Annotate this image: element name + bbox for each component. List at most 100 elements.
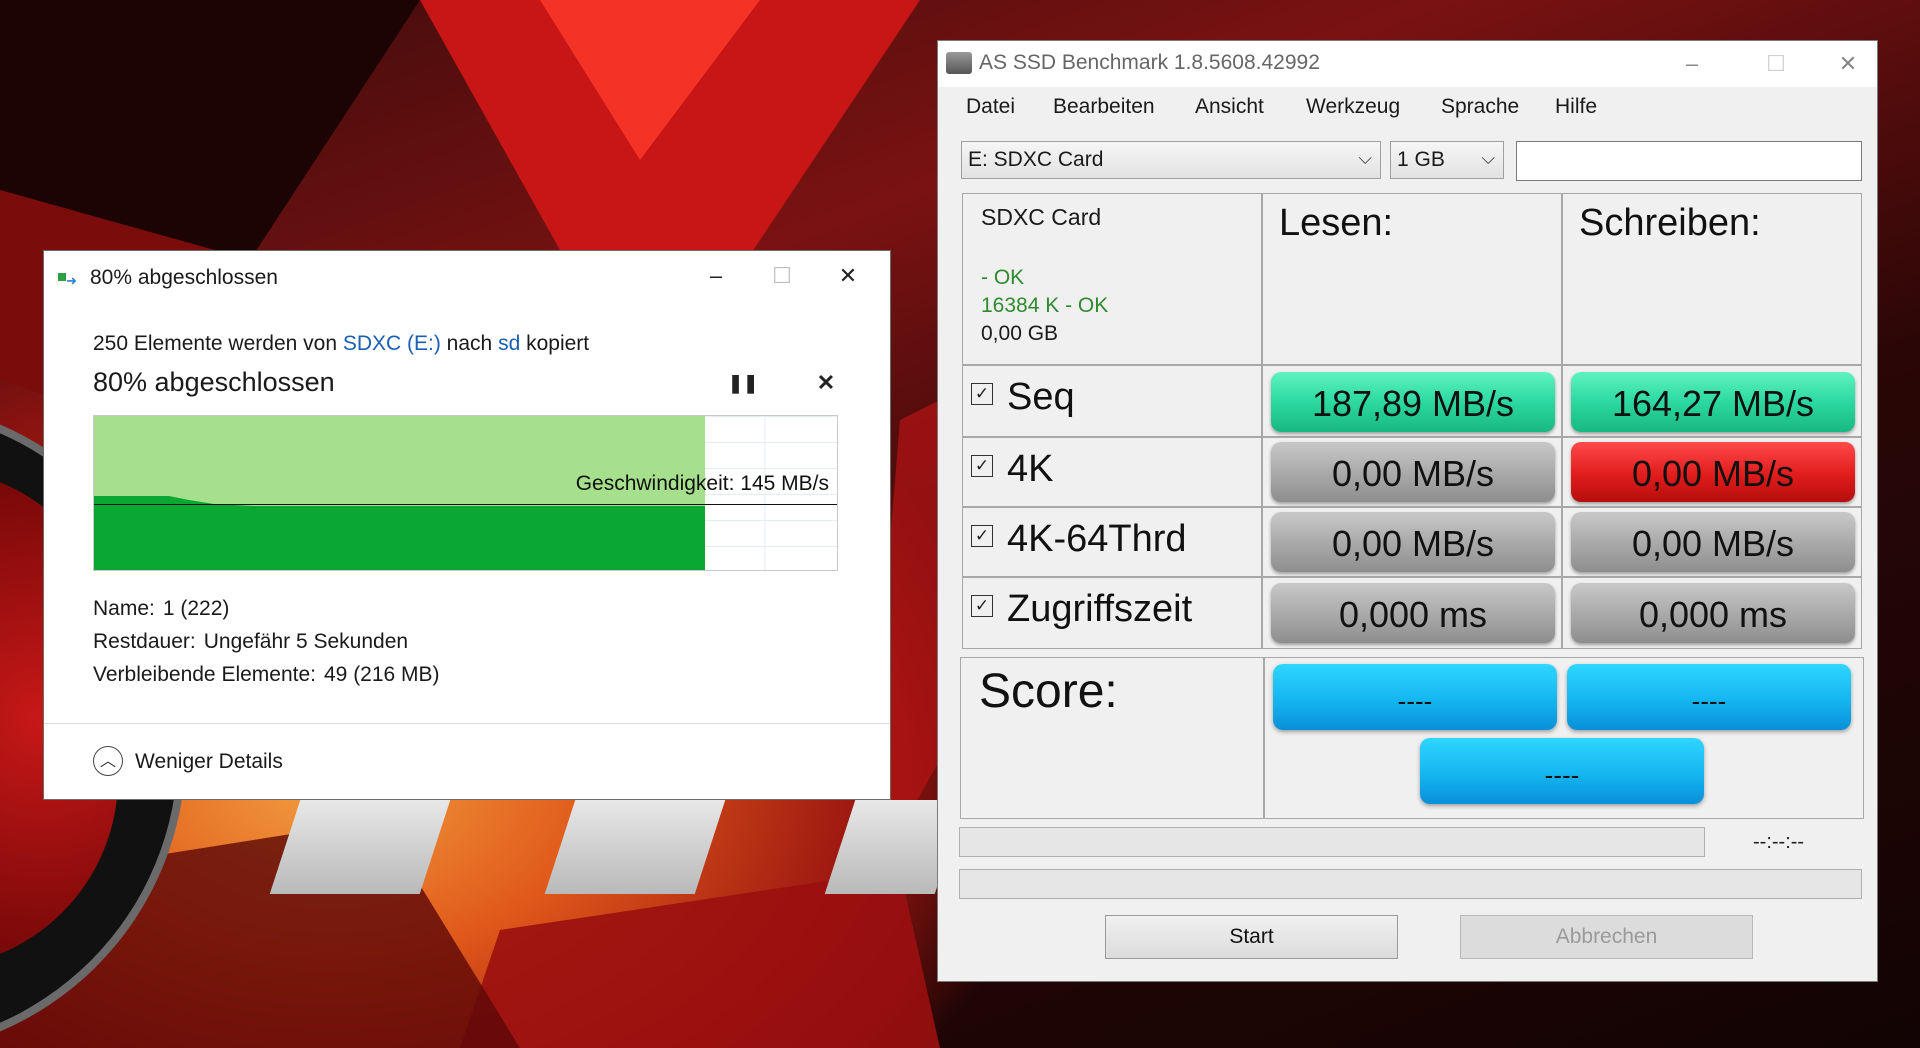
access-time-write-cell: 0,000 ms — [1562, 577, 1862, 649]
minimize-button[interactable]: – — [1662, 41, 1722, 87]
total-progress-bar — [959, 869, 1862, 899]
destination-link[interactable]: sd — [498, 332, 520, 355]
divider — [44, 723, 890, 724]
menu-datei[interactable]: Datei — [966, 95, 1015, 119]
drive-info-cell: SDXC Card - OK 16384 K - OK 0,00 GB — [962, 193, 1262, 365]
close-button[interactable]: ✕ — [1818, 41, 1878, 87]
less-details-label: Weniger Details — [135, 750, 283, 773]
drive-name: SDXC Card — [981, 204, 1102, 230]
size-select-value: 1 GB — [1397, 148, 1445, 171]
pause-button[interactable]: ❚❚ — [728, 369, 758, 397]
4k-64thrd-read-value: 0,00 MB/s — [1271, 512, 1555, 572]
menu-bar: Datei Bearbeiten Ansicht Werkzeug Sprach… — [938, 87, 1877, 127]
copy-progress-dialog: ➜ 80% abgeschlossen – ☐ ✕ 250 Elemente w… — [43, 250, 891, 800]
access-time-checkbox[interactable]: ✓ Zugriffszeit — [971, 588, 1192, 631]
score-write: ---- — [1567, 664, 1851, 730]
close-button[interactable]: ✕ — [818, 251, 878, 301]
results-grid: SDXC Card - OK 16384 K - OK 0,00 GB Lese… — [960, 193, 1864, 819]
copy-icon: ➜ — [58, 273, 78, 287]
menu-werkzeug[interactable]: Werkzeug — [1306, 95, 1400, 119]
seq-write-cell: 164,27 MB/s — [1562, 365, 1862, 437]
4k-64thrd-read-cell: 0,00 MB/s — [1262, 507, 1562, 577]
4k-read-value: 0,00 MB/s — [1271, 442, 1555, 502]
access-time-label: Zugriffszeit — [1007, 588, 1193, 630]
drive-info-textbox[interactable] — [1516, 141, 1862, 181]
window-title: AS SSD Benchmark 1.8.5608.42992 — [979, 51, 1320, 74]
wallpaper-bar — [269, 800, 451, 894]
row-access-time: ✓ Zugriffszeit — [962, 577, 1262, 649]
speed-area — [94, 496, 705, 570]
menu-hilfe[interactable]: Hilfe — [1555, 95, 1597, 119]
menu-ansicht[interactable]: Ansicht — [1195, 95, 1264, 119]
ssd-titlebar[interactable]: AS SSD Benchmark 1.8.5608.42992 – ☐ ✕ — [938, 41, 1877, 87]
4k-label: 4K — [1007, 448, 1054, 490]
4k-64thrd-label: 4K-64Thrd — [1007, 518, 1187, 560]
score-values-cell: ---- ---- ---- — [1264, 657, 1864, 819]
maximize-button[interactable]: ☐ — [752, 251, 812, 301]
seq-write-value: 164,27 MB/s — [1571, 372, 1855, 432]
access-time-write-value: 0,000 ms — [1571, 583, 1855, 643]
wallpaper-bar — [544, 800, 726, 894]
elapsed-time: --:--:-- — [1753, 831, 1805, 853]
minimize-button[interactable]: – — [686, 251, 746, 301]
row-4k: ✓ 4K — [962, 437, 1262, 507]
cancel-button[interactable]: Abbrechen — [1460, 915, 1753, 959]
test-progress-bar — [959, 827, 1705, 857]
drive-select[interactable]: E: SDXC Card ⌵ — [961, 141, 1381, 179]
remaining-time-row: Restdauer: Ungefähr 5 Sekunden — [93, 630, 408, 654]
copy-description-suffix: kopiert — [520, 332, 590, 355]
speed-label: Geschwindigkeit: 145 MB/s — [575, 472, 829, 495]
checkbox-checked-icon: ✓ — [971, 382, 993, 405]
cancel-copy-button[interactable]: ✕ — [813, 369, 839, 397]
write-header: Schreiben: — [1579, 202, 1761, 244]
menu-bearbeiten[interactable]: Bearbeiten — [1053, 95, 1155, 119]
copy-dialog-titlebar[interactable]: ➜ 80% abgeschlossen – ☐ ✕ — [44, 251, 890, 301]
checkbox-checked-icon: ✓ — [971, 454, 993, 477]
copy-description: 250 Elemente werden von SDXC (E:) nach s… — [93, 332, 589, 356]
remaining-time-label: Restdauer: — [93, 630, 196, 653]
drive-size: 0,00 GB — [981, 322, 1059, 345]
current-speed-line — [94, 504, 837, 505]
score-read: ---- — [1273, 664, 1557, 730]
seq-checkbox[interactable]: ✓ Seq — [971, 376, 1075, 419]
maximize-button[interactable]: ☐ — [1746, 41, 1806, 87]
size-select[interactable]: 1 GB ⌵ — [1390, 141, 1504, 179]
seq-label: Seq — [1007, 376, 1075, 418]
copy-description-prefix: 250 Elemente werden von — [93, 332, 343, 355]
4k-write-value: 0,00 MB/s — [1571, 442, 1855, 502]
name-value: 1 (222) — [162, 597, 230, 620]
checkbox-checked-icon: ✓ — [971, 594, 993, 617]
4k-64thrd-write-cell: 0,00 MB/s — [1562, 507, 1862, 577]
name-row: Name: 1 (222) — [93, 597, 229, 621]
access-time-read-cell: 0,000 ms — [1262, 577, 1562, 649]
progress-heading: 80% abgeschlossen — [93, 367, 335, 397]
copy-description-middle: nach — [440, 332, 499, 355]
row-seq: ✓ Seq — [962, 365, 1262, 437]
4k-read-cell: 0,00 MB/s — [1262, 437, 1562, 507]
4k-checkbox[interactable]: ✓ 4K — [971, 448, 1053, 491]
4k-64thrd-checkbox[interactable]: ✓ 4K-64Thrd — [971, 518, 1187, 561]
remaining-time-value: Ungefähr 5 Sekunden — [203, 630, 409, 653]
remaining-items-label: Verbleibende Elemente: — [93, 663, 316, 686]
remaining-items-value: 49 (216 MB) — [324, 663, 440, 686]
source-link[interactable]: SDXC (E:) — [343, 332, 441, 355]
4k-64thrd-write-value: 0,00 MB/s — [1571, 512, 1855, 572]
chevron-up-icon: ︿ — [93, 746, 123, 776]
menu-sprache[interactable]: Sprache — [1441, 95, 1519, 119]
read-header-cell: Lesen: — [1262, 193, 1562, 365]
score-label-cell: Score: — [960, 657, 1264, 819]
remaining-items-row: Verbleibende Elemente: 49 (216 MB) — [93, 663, 440, 687]
write-header-cell: Schreiben: — [1562, 193, 1862, 365]
read-header: Lesen: — [1279, 202, 1394, 244]
chevron-down-icon: ⌵ — [1358, 148, 1372, 168]
4k-write-cell: 0,00 MB/s — [1562, 437, 1862, 507]
chevron-down-icon: ⌵ — [1481, 148, 1495, 168]
score-total: ---- — [1420, 738, 1704, 804]
start-button[interactable]: Start — [1105, 915, 1398, 959]
row-4k-64thrd: ✓ 4K-64Thrd — [962, 507, 1262, 577]
drive-icon — [946, 52, 972, 74]
checkbox-checked-icon: ✓ — [971, 524, 993, 547]
cache-status: 16384 K - OK — [981, 294, 1109, 317]
transfer-speed-chart: Geschwindigkeit: 145 MB/s — [93, 415, 838, 571]
window-title: 80% abgeschlossen — [90, 266, 278, 289]
